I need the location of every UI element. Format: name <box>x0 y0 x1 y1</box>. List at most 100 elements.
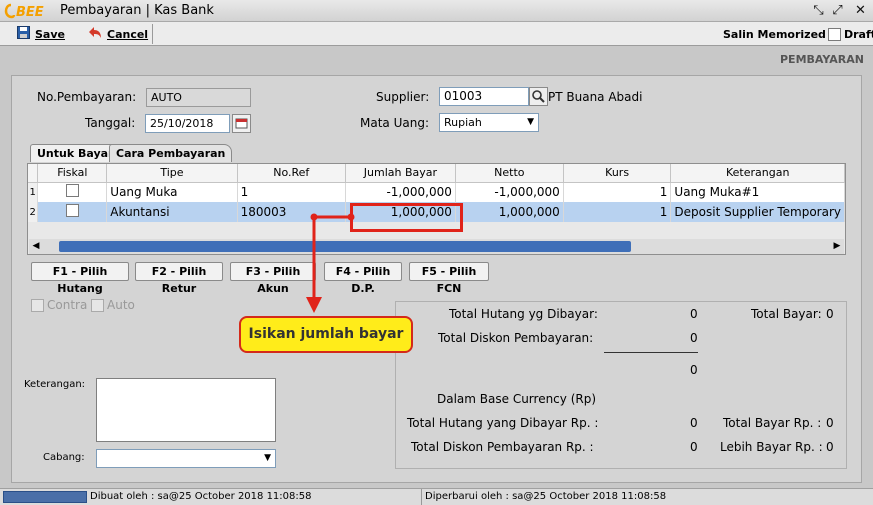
no-pembayaran-label: No.Pembayaran: <box>37 90 137 104</box>
noref-cell[interactable]: 1 <box>237 182 346 202</box>
total-hutang-rp-label: Total Hutang yang Dibayar Rp. : <box>407 416 599 430</box>
chevron-down-icon: ▼ <box>264 453 271 463</box>
column-header[interactable]: Kurs <box>563 164 672 183</box>
subtotal-value: 0 <box>690 363 698 377</box>
row-number: 1 <box>28 182 39 202</box>
auto-label: Auto <box>107 298 135 312</box>
auto-checkbox[interactable] <box>91 298 104 312</box>
pilih-retur-button[interactable]: F2 - Pilih Retur <box>135 262 223 295</box>
progress-indicator <box>3 491 87 503</box>
section-title: PEMBAYARAN <box>780 53 864 66</box>
mata-uang-select[interactable]: Rupiah ▼ <box>439 113 539 132</box>
contra-label: Contra <box>47 298 88 312</box>
total-diskon-rp-value: 0 <box>690 440 698 454</box>
column-header[interactable]: Keterangan <box>670 164 845 183</box>
chevron-down-icon: ▼ <box>527 117 534 127</box>
contra-option[interactable]: Contra <box>31 298 87 312</box>
title-bar: BEE Pembayaran | Kas Bank ⤡ ⤢ ✕ <box>0 0 873 22</box>
window-title: Pembayaran | Kas Bank <box>60 3 214 18</box>
total-hutang-label: Total Hutang yg Dibayar: <box>449 307 598 321</box>
jumlah-bayar-cell[interactable]: -1,000,000 <box>345 182 456 202</box>
pilih-hutang-button[interactable]: F1 - Pilih Hutang <box>31 262 129 295</box>
highlight-box <box>350 203 463 232</box>
tanggal-label: Tanggal: <box>85 116 136 130</box>
total-hutang-rp-value: 0 <box>690 416 698 430</box>
toolbar: Save Cancel Salin Memorized Draft <box>0 22 873 46</box>
column-header[interactable]: Netto <box>455 164 564 183</box>
created-by-text: Dibuat oleh : sa@25 October 2018 11:08:5… <box>90 491 312 502</box>
tab-cara-pembayaran[interactable]: Cara Pembayaran <box>109 144 233 162</box>
rownum-header <box>28 164 39 183</box>
total-diskon-label: Total Diskon Pembayaran: <box>438 331 594 345</box>
supplier-name: PT Buana Abadi <box>548 90 643 104</box>
total-diskon-value: 0 <box>690 331 698 345</box>
table-row[interactable]: 1 Uang Muka 1 -1,000,000 -1,000,000 1 Ua… <box>28 182 845 202</box>
auto-option[interactable]: Auto <box>91 298 135 312</box>
toolbar-divider <box>152 24 153 44</box>
salin-memorized-button[interactable]: Salin Memorized <box>723 25 826 43</box>
mata-uang-value: Rupiah <box>444 116 482 129</box>
draft-label: Draft <box>844 27 873 41</box>
column-header[interactable]: Fiskal <box>37 164 108 183</box>
summary-divider <box>604 352 698 353</box>
tipe-cell[interactable]: Uang Muka <box>106 182 238 202</box>
tipe-cell[interactable]: Akuntansi <box>106 202 238 222</box>
scroll-right-icon[interactable]: ▶ <box>830 239 844 254</box>
pilih-fcn-button[interactable]: F5 - Pilih FCN <box>409 262 489 295</box>
column-header[interactable]: Tipe <box>106 164 238 183</box>
maximize-icon[interactable]: ⤢ <box>829 2 846 19</box>
keterangan-cell[interactable]: Uang Muka#1 <box>670 182 845 202</box>
search-icon[interactable] <box>529 87 548 106</box>
total-diskon-rp-label: Total Diskon Pembayaran Rp. : <box>411 440 594 454</box>
draft-toggle[interactable]: Draft <box>828 25 873 43</box>
svg-text:BEE: BEE <box>16 5 44 19</box>
floppy-icon <box>17 26 30 42</box>
status-divider <box>421 489 422 505</box>
updated-by-text: Diperbarui oleh : sa@25 October 2018 11:… <box>425 491 667 502</box>
lebih-bayar-rp-value: 0 <box>826 440 834 454</box>
keterangan-cell[interactable]: Deposit Supplier Temporary <box>670 202 845 222</box>
kurs-cell[interactable]: 1 <box>563 182 672 202</box>
grid-header-row: Fiskal Tipe No.Ref Jumlah Bayar Netto Ku… <box>28 164 845 183</box>
total-bayar-rp-value: 0 <box>826 416 834 430</box>
lebih-bayar-rp-label: Lebih Bayar Rp. : <box>720 440 823 454</box>
cabang-label: Cabang: <box>43 452 85 463</box>
scroll-left-icon[interactable]: ◀ <box>29 239 43 254</box>
supplier-code-field[interactable]: 01003 <box>439 87 529 106</box>
total-bayar-label: Total Bayar: <box>751 307 822 321</box>
cancel-button[interactable]: Cancel <box>87 25 148 43</box>
keterangan-textarea[interactable] <box>96 378 276 442</box>
total-bayar-rp-label: Total Bayar Rp. : <box>723 416 822 430</box>
close-icon[interactable]: ✕ <box>852 2 869 19</box>
keterangan-label: Keterangan: <box>24 379 86 390</box>
kurs-cell[interactable]: 1 <box>563 202 672 222</box>
horizontal-scrollbar[interactable]: ◀ ▶ <box>29 239 844 254</box>
tanggal-field[interactable]: 25/10/2018 <box>145 114 230 133</box>
draft-checkbox[interactable] <box>828 27 841 41</box>
minimize-icon[interactable]: ⤡ <box>810 2 827 19</box>
tab-untuk-bayar[interactable]: Untuk Bayar <box>30 144 121 162</box>
total-bayar-value: 0 <box>826 307 834 321</box>
netto-cell[interactable]: 1,000,000 <box>455 202 564 222</box>
no-pembayaran-field: AUTO <box>146 88 251 107</box>
save-button[interactable]: Save <box>17 25 65 43</box>
netto-cell[interactable]: -1,000,000 <box>455 182 564 202</box>
column-header[interactable]: No.Ref <box>237 164 346 183</box>
fiskal-checkbox[interactable] <box>65 204 79 217</box>
cabang-select[interactable]: ▼ <box>96 449 276 468</box>
save-label: Save <box>35 27 65 41</box>
cancel-label: Cancel <box>107 27 149 41</box>
fiskal-cell[interactable] <box>37 182 108 202</box>
supplier-label: Supplier: <box>376 90 430 104</box>
calendar-icon[interactable] <box>232 114 251 133</box>
column-header[interactable]: Jumlah Bayar <box>345 164 456 183</box>
contra-checkbox[interactable] <box>31 298 44 312</box>
fiskal-cell[interactable] <box>37 202 108 222</box>
mata-uang-label: Mata Uang: <box>360 116 429 130</box>
undo-icon <box>87 26 102 42</box>
row-number: 2 <box>28 202 39 222</box>
fiskal-checkbox[interactable] <box>65 184 79 198</box>
bee-logo: BEE <box>4 3 60 20</box>
callout-tooltip: Isikan jumlah bayar <box>239 316 413 353</box>
total-hutang-value: 0 <box>690 307 698 321</box>
